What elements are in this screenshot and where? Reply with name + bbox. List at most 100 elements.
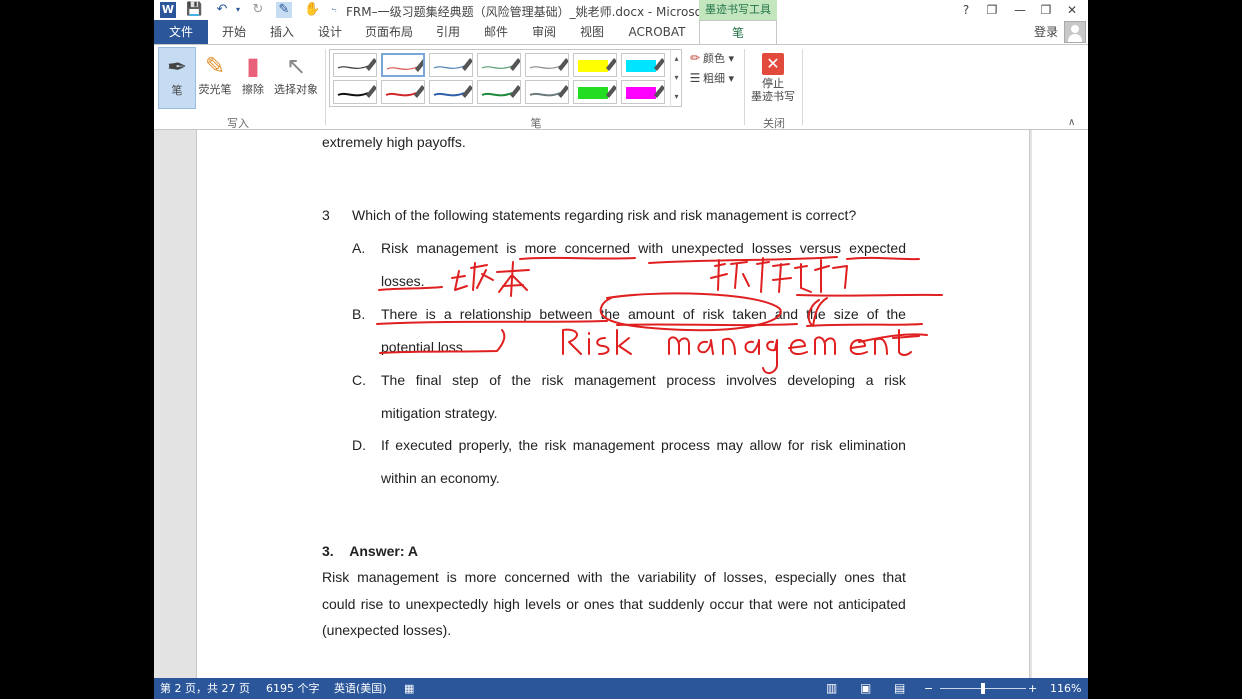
tab-pen[interactable]: 笔	[699, 20, 777, 45]
zoom-in-icon[interactable]: +	[1028, 678, 1037, 699]
highlighter-style-swatch[interactable]	[621, 80, 665, 104]
select-objects-button-label: 选择对象	[274, 83, 318, 96]
option-c-line2: mitigation strategy.	[381, 405, 498, 421]
ink-underline	[806, 323, 923, 327]
tab-layout[interactable]: 页面布局	[360, 20, 418, 44]
language-indicator[interactable]: 英语(美国)	[334, 678, 387, 699]
help-button[interactable]: ?	[956, 2, 976, 18]
stop-inking-button[interactable]: ✕ 停止 墨迹书写	[748, 49, 798, 113]
pointer-icon: ↖	[285, 52, 307, 80]
ink-handwriting-management	[668, 336, 778, 374]
document-title: FRM–一级习题集经典题（风险管理基础）_姚老师.docx - Microsof…	[346, 5, 726, 19]
answer-title: Answer: A	[349, 543, 418, 559]
tab-insert[interactable]: 插入	[262, 20, 302, 44]
save-icon[interactable]: 💾	[186, 2, 202, 18]
undo-icon[interactable]: ↶	[214, 2, 230, 18]
sign-in-link[interactable]: 登录	[1034, 23, 1058, 40]
option-c-letter: C.	[352, 372, 366, 388]
pen-thickness-label: 粗细	[703, 72, 725, 85]
highlighter-button[interactable]: ✎ 荧光笔	[196, 47, 234, 109]
pen-color-dropdown[interactable]: ✏ 颜色 ▾	[687, 49, 734, 67]
vertical-scrollbar[interactable]	[1032, 130, 1088, 678]
pen-style-swatch[interactable]	[525, 53, 569, 77]
collapse-ribbon-icon[interactable]: ∧	[1068, 117, 1075, 128]
document-page[interactable]: extremely high payoffs. 3 Which of the f…	[196, 130, 1030, 678]
answer-heading: 3. Answer: A	[322, 543, 418, 559]
tab-mailings[interactable]: 邮件	[476, 20, 516, 44]
avatar[interactable]	[1064, 21, 1086, 43]
tab-review[interactable]: 审阅	[524, 20, 564, 44]
ink-underline	[858, 333, 928, 343]
touch-mode-icon[interactable]: ✋	[304, 2, 320, 18]
highlighter-style-swatch[interactable]	[573, 80, 617, 104]
macro-record-icon[interactable]: ▦	[404, 678, 414, 699]
close-group-label: 关闭	[763, 117, 785, 130]
select-objects-button[interactable]: ↖ 选择对象	[272, 47, 320, 109]
contextual-tab-group-label: 墨迹书写工具	[699, 0, 777, 20]
group-divider	[802, 49, 803, 125]
pens-group-label: 笔	[530, 117, 542, 130]
ink-underline	[616, 323, 798, 327]
tab-references[interactable]: 引用	[428, 20, 468, 44]
stop-inking-label-line2: 墨迹书写	[751, 90, 795, 103]
pen-color-label: 颜色	[703, 52, 725, 65]
close-x-icon: ✕	[762, 53, 784, 75]
read-mode-icon[interactable]: ▥	[826, 678, 837, 699]
maximize-button[interactable]: ❒	[1036, 2, 1056, 18]
title-bar: W 💾 ↶ ▾ ↻ ✎ ✋ ⨫ FRM–一级习题集经典题（风险管理基础）_姚老师…	[154, 0, 1088, 20]
eraser-button[interactable]: ▮ 擦除	[236, 47, 270, 109]
tab-home[interactable]: 开始	[214, 20, 254, 44]
gallery-more-icon[interactable]: ▾	[670, 88, 682, 107]
pen-icon: ✒	[166, 53, 188, 81]
word-count[interactable]: 6195 个字	[266, 678, 320, 699]
pen-style-swatch[interactable]	[477, 80, 521, 104]
pen-style-swatch[interactable]	[333, 80, 377, 104]
pen-style-swatch[interactable]	[429, 53, 473, 77]
print-layout-icon[interactable]: ▣	[860, 678, 871, 699]
tab-design[interactable]: 设计	[310, 20, 350, 44]
pen-style-swatch[interactable]	[429, 80, 473, 104]
document-canvas[interactable]: extremely high payoffs. 3 Which of the f…	[154, 130, 1088, 678]
question-number: 3	[322, 207, 330, 223]
highlighter-style-swatch[interactable]	[573, 53, 617, 77]
page-count[interactable]: 第 2 页，共 27 页	[160, 678, 250, 699]
pen-style-swatch[interactable]	[525, 80, 569, 104]
chevron-down-icon: ▾	[725, 72, 735, 85]
answer-line1: Risk management is more concerned with the vari…	[322, 569, 906, 585]
group-divider	[744, 49, 745, 125]
pen-style-swatch[interactable]	[333, 53, 377, 77]
previous-answer-tail: extremely high payoffs.	[322, 134, 466, 150]
undo-dropdown-icon[interactable]: ▾	[230, 2, 246, 18]
ink-handwriting-management	[788, 329, 920, 356]
answer-line2: could rise to unexpectedly high levels or ones t…	[322, 596, 906, 612]
highlighter-icon: ✎	[204, 52, 226, 80]
eraser-button-label: 擦除	[242, 83, 264, 96]
highlighter-style-swatch[interactable]	[621, 53, 665, 77]
close-button[interactable]: ✕	[1062, 2, 1082, 18]
gallery-scroll-down-icon[interactable]: ▾	[670, 69, 682, 88]
redo-icon[interactable]: ↻	[250, 2, 266, 18]
pen-thickness-dropdown[interactable]: ☰ 粗细 ▾	[687, 69, 734, 87]
tab-acrobat[interactable]: ACROBAT	[624, 20, 690, 44]
option-a-line1: Risk management is more concerned with unexpec…	[381, 240, 906, 256]
pen-style-swatch[interactable]	[477, 53, 521, 77]
gallery-scroll-up-icon[interactable]: ▴	[670, 50, 682, 69]
qat-customize-icon[interactable]: ⨫	[326, 2, 342, 18]
zoom-out-icon[interactable]: −	[924, 678, 933, 699]
option-a-line2: losses.	[381, 273, 425, 289]
tab-file[interactable]: 文件	[154, 20, 208, 44]
zoom-slider-thumb[interactable]	[981, 683, 985, 694]
minimize-button[interactable]: —	[1010, 2, 1030, 18]
ink-handwriting-chinese-cost	[496, 261, 530, 297]
ink-underline	[519, 256, 636, 260]
zoom-level[interactable]: 116%	[1050, 678, 1081, 699]
tab-view[interactable]: 视图	[572, 20, 612, 44]
pen-style-swatch[interactable]	[381, 53, 425, 77]
ribbon-display-options-button[interactable]: ❐	[982, 2, 1002, 18]
web-layout-icon[interactable]: ▤	[894, 678, 905, 699]
pen-button[interactable]: ✒ 笔	[158, 47, 196, 109]
write-group-label: 写入	[227, 117, 249, 130]
pen-style-swatch[interactable]	[381, 80, 425, 104]
pen-mode-icon[interactable]: ✎	[276, 2, 292, 18]
ribbon-tabs: 文件 开始 插入 设计 页面布局 引用 邮件 审阅 视图 ACROBAT 笔 登…	[154, 20, 1088, 45]
